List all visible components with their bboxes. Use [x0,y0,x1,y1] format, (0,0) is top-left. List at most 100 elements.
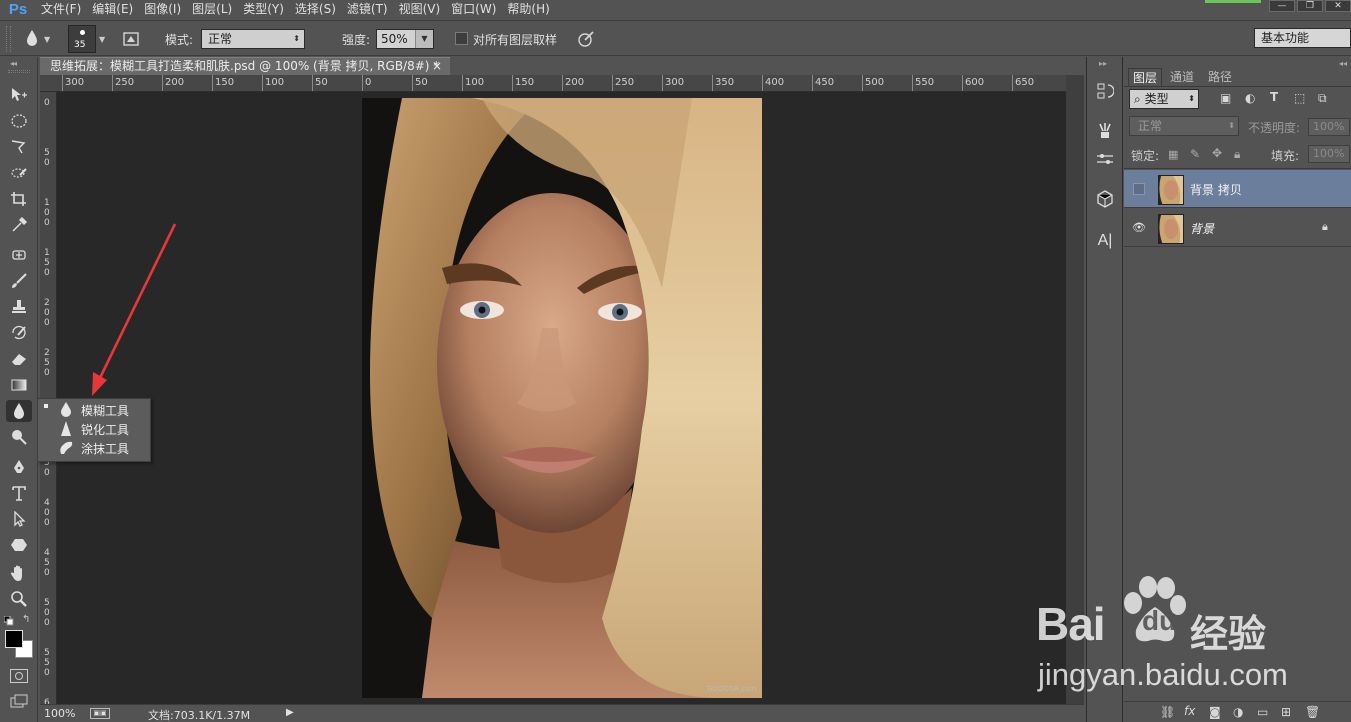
layer-filter-select[interactable]: ⌕ 类型 ⬍ [1129,89,1199,109]
history-brush-tool-icon[interactable] [6,322,32,344]
filter-type-icon[interactable]: T [1270,90,1278,104]
zoom-level[interactable]: 100% [44,707,75,720]
layer-style-icon[interactable]: fx [1184,704,1195,718]
toolbox-grip[interactable] [8,70,30,73]
brush-tool-icon[interactable] [6,270,32,292]
mode-select[interactable]: 正常 ⬍ [201,29,305,49]
default-colors-icon[interactable] [3,615,14,626]
brush-panel-icon[interactable] [1093,147,1117,171]
quick-selection-tool-icon[interactable] [6,162,32,184]
tab-paths[interactable]: 路径 [1204,68,1236,86]
menu-file[interactable]: 文件(F) [36,0,87,18]
panel-collapse-icon[interactable]: ◂◂ [1339,59,1347,68]
filter-adjustment-icon[interactable]: ◐ [1245,91,1255,105]
link-layers-icon[interactable]: ⛓︎ [1160,705,1175,719]
opacity-field[interactable]: 100% [1308,118,1350,136]
flyout-item-blur[interactable]: 模糊工具 [38,400,150,419]
filter-pixel-icon[interactable]: ▣ [1220,91,1231,105]
brush-presets-icon[interactable] [1093,119,1117,143]
new-layer-icon[interactable]: ⊞ [1281,705,1291,719]
eraser-tool-icon[interactable] [6,348,32,370]
lock-position-icon[interactable]: ✥ [1212,146,1222,160]
add-mask-icon[interactable]: ◙ [1209,705,1221,719]
brush-size-picker[interactable]: 35 [68,25,96,53]
flyout-item-smudge[interactable]: 涂抹工具 [38,438,150,457]
path-selection-tool-icon[interactable] [6,508,32,530]
foreground-color-swatch[interactable] [5,630,23,648]
photo-portrait[interactable]: GOOOGR.com [362,98,762,698]
visibility-toggle-off[interactable] [1133,183,1145,195]
lock-transparent-icon[interactable]: ▦ [1168,148,1178,161]
adjustment-layer-icon[interactable]: ◑ [1233,705,1243,719]
workspace-select[interactable]: 基本功能 [1254,28,1351,48]
dodge-tool-icon[interactable] [6,426,32,448]
horizontal-ruler[interactable]: 300 250 200 150 100 50 0 50 100 150 200 250 300 350 40… [40,75,1084,92]
menu-window[interactable]: 窗口(W) [446,0,502,18]
menu-filter[interactable]: 滤镜(T) [342,0,394,18]
new-group-icon[interactable]: ▭ [1257,705,1268,719]
type-tool-icon[interactable] [6,482,32,504]
blur-tool-icon[interactable] [6,400,32,422]
history-panel-icon[interactable] [1093,79,1117,103]
3d-panel-icon[interactable] [1093,187,1117,211]
lock-image-icon[interactable]: ✎ [1190,147,1200,161]
watermark-cn: 经验 [1190,612,1267,656]
status-menu-arrow-icon[interactable]: ▶ [286,707,294,718]
strength-field[interactable]: 50% ▼ [376,29,434,49]
menu-layer[interactable]: 图层(L) [187,0,238,18]
status-icon[interactable]: ▣▣ [90,708,110,719]
minimize-button[interactable]: — [1269,0,1295,12]
layer-lock-icon: 🔒︎ [1322,220,1328,233]
pen-tool-icon[interactable] [6,456,32,478]
quick-mask-icon[interactable] [10,669,28,683]
zoom-tool-icon[interactable] [6,588,32,610]
pressure-icon[interactable] [576,29,596,49]
sample-all-checkbox[interactable] [455,32,468,45]
fill-field[interactable]: 100% [1308,145,1350,163]
move-tool-icon[interactable] [6,84,32,106]
options-grip[interactable] [6,26,11,52]
hand-tool-icon[interactable] [6,562,32,584]
tab-channels[interactable]: 通道 [1166,68,1198,86]
mode-label: 模式: [165,33,194,47]
dock-collapse-icon[interactable]: ▸▸ [1099,59,1107,68]
eye-icon[interactable]: 👁︎ [1132,221,1146,235]
document-tab[interactable]: 思维拓展：模糊工具打造柔和肌肤.psd @ 100% (背景 拷贝, RGB/8… [40,57,450,75]
toolbox-collapse-icon[interactable]: ◂◂ [10,59,17,68]
menu-image[interactable]: 图像(I) [139,0,187,18]
delete-layer-icon[interactable]: 🗑︎ [1305,705,1320,719]
lasso-tool-icon[interactable] [6,136,32,158]
flyout-item-sharpen[interactable]: 锐化工具 [38,419,150,438]
gradient-tool-icon[interactable] [6,374,32,396]
eyedropper-tool-icon[interactable] [6,214,32,236]
screen-mode-icon[interactable] [10,694,28,708]
close-button[interactable]: ✕ [1325,0,1351,12]
brush-panel-toggle-icon[interactable] [122,30,140,48]
lock-all-icon[interactable]: 🔒︎ [1234,147,1240,162]
blur-tool-flyout: 模糊工具 锐化工具 涂抹工具 [37,398,151,462]
strength-dropdown-icon[interactable]: ▼ [415,30,433,48]
restore-button[interactable]: ❐ [1297,0,1323,12]
crop-tool-icon[interactable] [6,188,32,210]
blend-mode-select[interactable]: 正常 ⬍ [1129,116,1239,136]
brush-dropdown-arrow[interactable]: ▼ [99,35,105,44]
clone-stamp-tool-icon[interactable] [6,296,32,318]
close-document-icon[interactable]: × [432,58,442,75]
healing-brush-tool-icon[interactable] [6,244,32,266]
blur-tool-preset-icon[interactable] [24,29,40,47]
layer-row-background[interactable]: 👁︎ 背景 🔒︎ [1124,209,1351,247]
menu-view[interactable]: 视图(V) [394,0,447,18]
filter-smartobject-icon[interactable]: ⧉ [1318,91,1327,106]
menu-edit[interactable]: 编辑(E) [87,0,139,18]
character-panel-icon[interactable]: A| [1093,229,1117,253]
tab-layers[interactable]: 图层 [1128,68,1163,86]
menu-select[interactable]: 选择(S) [290,0,342,18]
menu-help[interactable]: 帮助(H) [502,0,555,18]
filter-shape-icon[interactable]: ⬚ [1294,91,1305,105]
preset-dropdown-arrow[interactable]: ▼ [44,35,50,44]
shape-tool-icon[interactable] [6,534,32,556]
menu-type[interactable]: 类型(Y) [238,0,290,18]
layer-row-background-copy[interactable]: 背景 拷贝 [1124,170,1351,208]
swap-colors-icon[interactable]: ↰ [22,614,30,625]
marquee-tool-icon[interactable] [6,110,32,132]
